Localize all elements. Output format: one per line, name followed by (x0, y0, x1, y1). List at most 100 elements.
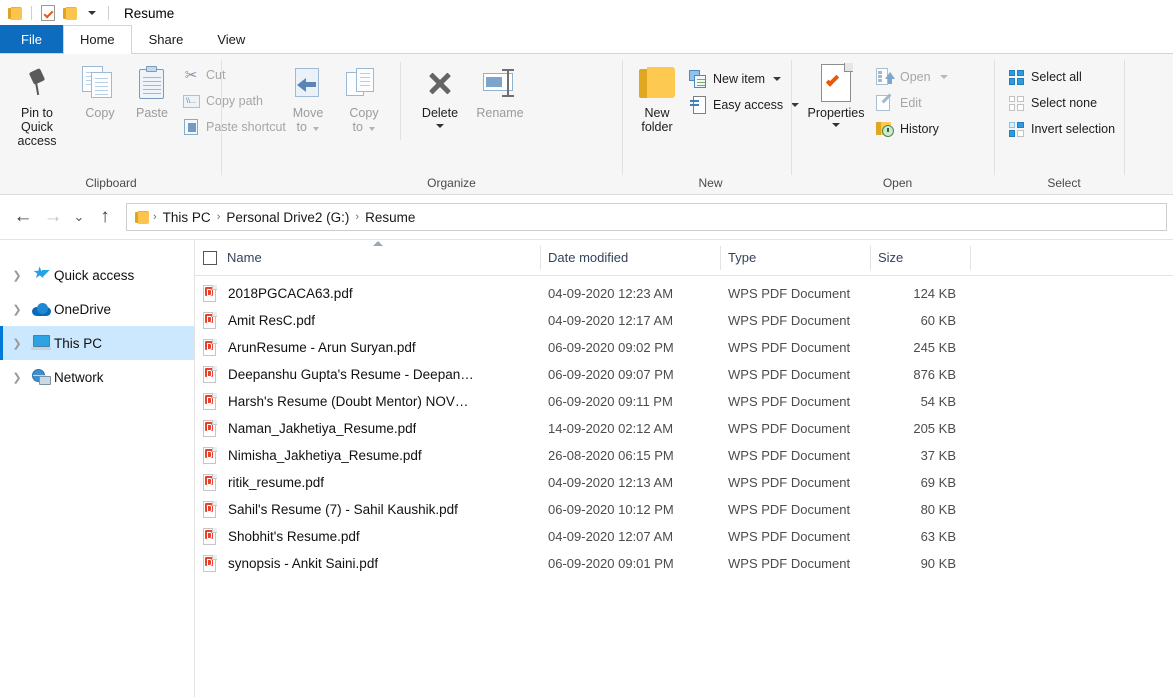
file-name-cell[interactable]: Sahil's Resume (7) - Sahil Kaushik.pdf (195, 501, 540, 518)
file-date-modified: 04-09-2020 12:07 AM (548, 529, 674, 544)
move-to-caret-icon[interactable] (313, 127, 320, 131)
file-name-cell[interactable]: Harsh's Resume (Doubt Mentor) NOV… (195, 393, 540, 410)
tab-home[interactable]: Home (62, 25, 132, 54)
copy-to-button[interactable]: Copy to (336, 60, 392, 136)
copy-to-caret-icon[interactable] (369, 127, 376, 131)
expand-chevron-icon[interactable]: ❯ (6, 303, 28, 316)
table-row[interactable]: Naman_Jakhetiya_Resume.pdf 14-09-2020 02… (195, 415, 1173, 442)
column-header-name[interactable]: Name (195, 240, 540, 276)
new-item-button[interactable]: New item (685, 66, 805, 92)
expand-chevron-icon[interactable]: ❯ (6, 371, 28, 384)
new-folder-button[interactable]: New folder (629, 60, 685, 136)
properties-label: Properties (807, 106, 865, 120)
open-button[interactable]: Open (872, 64, 954, 90)
quick-access-toolbar (4, 2, 114, 24)
new-folder-icon (639, 62, 675, 104)
delete-x-icon (425, 62, 455, 104)
file-name-cell[interactable]: synopsis - Ankit Saini.pdf (195, 555, 540, 572)
explorer-system-menu-icon[interactable] (4, 2, 26, 24)
file-name-cell[interactable]: ArunResume - Arun Suryan.pdf (195, 339, 540, 356)
qat-new-folder-icon[interactable] (59, 2, 81, 24)
open-caret-icon[interactable] (939, 75, 948, 79)
table-row[interactable]: Shobhit's Resume.pdf 04-09-2020 12:07 AM… (195, 523, 1173, 550)
organize-group-label: Organize (427, 176, 476, 190)
file-name-cell[interactable]: ritik_resume.pdf (195, 474, 540, 491)
open-group-label: Open (882, 176, 913, 190)
sidebar-item-this-pc[interactable]: ❯ This PC (0, 326, 194, 360)
breadcrumb-this-pc[interactable]: This PC (158, 210, 216, 225)
breadcrumb-personal-drive2[interactable]: Personal Drive2 (G:) (221, 210, 354, 225)
file-name-cell[interactable]: Amit ResC.pdf (195, 312, 540, 329)
file-name: Harsh's Resume (Doubt Mentor) NOV… (228, 394, 469, 409)
select-all-button[interactable]: Select all (1003, 64, 1121, 90)
history-label: History (900, 122, 939, 136)
file-name-cell[interactable]: Shobhit's Resume.pdf (195, 528, 540, 545)
select-all-checkbox[interactable] (203, 250, 217, 265)
title-bar: Resume (0, 0, 1173, 26)
edit-icon (876, 93, 894, 112)
rename-icon (482, 62, 518, 104)
move-to-button[interactable]: Move to (280, 60, 336, 136)
properties-button[interactable]: Properties (800, 60, 872, 129)
sidebar-item-network[interactable]: ❯ Network (0, 360, 194, 394)
file-type: WPS PDF Document (728, 367, 851, 382)
file-name-cell[interactable]: Naman_Jakhetiya_Resume.pdf (195, 420, 540, 437)
invert-selection-button[interactable]: Invert selection (1003, 116, 1121, 142)
pdf-file-icon (203, 366, 217, 383)
pdf-file-icon (203, 501, 217, 518)
new-item-caret-icon[interactable] (773, 77, 782, 81)
history-button[interactable]: History (872, 116, 954, 142)
file-name-cell[interactable]: Nimisha_Jakhetiya_Resume.pdf (195, 447, 540, 464)
pin-to-quick-access-button[interactable]: Pin to Quick access (0, 60, 74, 150)
qat-customize-dropdown-icon[interactable] (81, 2, 103, 24)
qat-properties-icon[interactable] (37, 2, 59, 24)
forward-button[interactable]: → (38, 202, 68, 232)
select-none-button[interactable]: Select none (1003, 90, 1121, 116)
table-row[interactable]: ritik_resume.pdf 04-09-2020 12:13 AM WPS… (195, 469, 1173, 496)
table-row[interactable]: Harsh's Resume (Doubt Mentor) NOV… 06-09… (195, 388, 1173, 415)
pin-icon (24, 62, 50, 104)
table-row[interactable]: Nimisha_Jakhetiya_Resume.pdf 26-08-2020 … (195, 442, 1173, 469)
column-header-type[interactable]: Type (720, 240, 870, 276)
file-name-cell[interactable]: 2018PGCACA63.pdf (195, 285, 540, 302)
copy-button[interactable]: Copy (74, 60, 126, 122)
paste-button[interactable]: Paste (126, 60, 178, 122)
breadcrumb-folder-icon[interactable] (135, 210, 150, 224)
column-header-size[interactable]: Size (870, 240, 970, 276)
breadcrumb-bar[interactable]: › This PC › Personal Drive2 (G:) › Resum… (126, 203, 1167, 231)
sidebar-item-onedrive[interactable]: ❯ OneDrive (0, 292, 194, 326)
delete-caret-icon[interactable] (436, 124, 444, 128)
qat-divider (31, 6, 32, 20)
file-name-cell[interactable]: Deepanshu Gupta's Resume - Deepan… (195, 366, 540, 383)
recent-locations-button[interactable]: ⌄ (68, 202, 90, 232)
expand-chevron-icon[interactable]: ❯ (6, 269, 28, 282)
rename-button[interactable]: Rename (469, 60, 531, 122)
file-name: 2018PGCACA63.pdf (228, 286, 353, 301)
file-date-modified: 06-09-2020 09:07 PM (548, 367, 674, 382)
breadcrumb-resume[interactable]: Resume (360, 210, 420, 225)
file-name: Nimisha_Jakhetiya_Resume.pdf (228, 448, 422, 463)
properties-caret-icon[interactable] (832, 123, 840, 127)
delete-button[interactable]: Delete (411, 60, 469, 130)
back-button[interactable]: ← (8, 202, 38, 232)
column-header-date-modified[interactable]: Date modified (540, 240, 720, 276)
new-item-label: New item (713, 72, 766, 86)
tab-file[interactable]: File (0, 25, 63, 53)
table-row[interactable]: Amit ResC.pdf 04-09-2020 12:17 AM WPS PD… (195, 307, 1173, 334)
easy-access-button[interactable]: Easy access (685, 92, 805, 118)
expand-chevron-icon[interactable]: ❯ (6, 337, 28, 350)
table-row[interactable]: Deepanshu Gupta's Resume - Deepan… 06-09… (195, 361, 1173, 388)
table-row[interactable]: 2018PGCACA63.pdf 04-09-2020 12:23 AM WPS… (195, 280, 1173, 307)
table-row[interactable]: Sahil's Resume (7) - Sahil Kaushik.pdf 0… (195, 496, 1173, 523)
file-type: WPS PDF Document (728, 421, 851, 436)
ribbon-group-clipboard: Pin to Quick access Copy Paste ✂ Cut \\.… (0, 54, 286, 195)
tab-view[interactable]: View (200, 25, 262, 53)
new-group-label: New (698, 176, 723, 190)
table-row[interactable]: synopsis - Ankit Saini.pdf 06-09-2020 09… (195, 550, 1173, 577)
up-button[interactable]: ↑ (90, 202, 120, 232)
tab-share[interactable]: Share (132, 25, 201, 53)
edit-button[interactable]: Edit (872, 90, 954, 116)
file-name: synopsis - Ankit Saini.pdf (228, 556, 379, 571)
table-row[interactable]: ArunResume - Arun Suryan.pdf 06-09-2020 … (195, 334, 1173, 361)
sidebar-item-quick-access[interactable]: ❯ Quick access (0, 258, 194, 292)
